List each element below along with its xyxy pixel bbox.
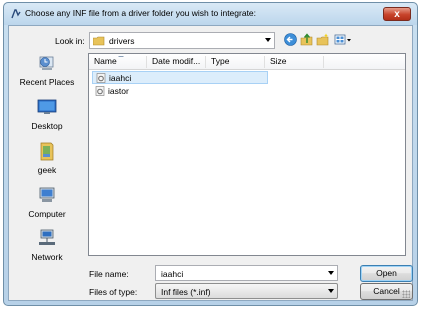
close-icon: x <box>394 8 400 20</box>
window-title: Choose any INF file from a driver folder… <box>25 8 257 18</box>
file-name: iastor <box>108 86 129 96</box>
look-in-dropdown[interactable]: drivers <box>89 32 275 49</box>
file-type-dropdown[interactable]: Inf files (*.inf) <box>155 283 338 299</box>
sort-ascending-icon <box>118 56 124 57</box>
close-button[interactable]: x <box>383 7 411 21</box>
chevron-down-icon[interactable] <box>328 289 334 293</box>
place-computer[interactable]: Computer <box>15 185 79 227</box>
dialog-window: Choose any INF file from a driver folder… <box>3 2 418 306</box>
chevron-down-icon[interactable] <box>328 271 334 275</box>
look-in-value: drivers <box>109 36 135 46</box>
column-size[interactable]: Size <box>265 56 324 68</box>
place-label: geek <box>37 165 57 175</box>
user-folder-icon <box>40 142 54 161</box>
inf-file-icon <box>95 86 105 96</box>
open-button[interactable]: Open <box>360 265 413 282</box>
back-icon[interactable] <box>284 33 297 46</box>
new-folder-icon[interactable] <box>316 33 329 46</box>
file-name: iaahci <box>109 73 132 83</box>
column-type[interactable]: Type <box>206 56 265 68</box>
folder-icon <box>93 36 105 46</box>
file-name-label: File name: <box>89 269 129 279</box>
desktop-icon <box>37 99 57 114</box>
places-bar: Recent Places Desktop geek Computer Netw… <box>15 53 79 295</box>
app-icon <box>11 9 21 19</box>
place-desktop[interactable]: Desktop <box>15 97 79 139</box>
place-label: Network <box>31 252 63 262</box>
file-name-input[interactable]: iaahci <box>155 265 338 281</box>
computer-icon <box>39 187 55 202</box>
resize-grip-icon[interactable] <box>402 290 410 298</box>
dialog-body: Look in: drivers Recent Places Desktop g… <box>8 25 413 301</box>
file-type-label: Files of type: <box>89 287 138 297</box>
place-label: Computer <box>28 209 66 219</box>
file-row-iastor[interactable]: iastor <box>92 85 268 98</box>
place-label: Recent Places <box>19 77 75 87</box>
column-date-modified[interactable]: Date modif... <box>147 56 206 68</box>
look-in-label: Look in: <box>55 36 85 46</box>
place-recent-places[interactable]: Recent Places <box>15 53 79 95</box>
inf-file-icon <box>96 73 106 83</box>
file-row-iaahci[interactable]: iaahci <box>92 71 268 84</box>
title-bar[interactable]: Choose any INF file from a driver folder… <box>4 3 417 25</box>
place-geek[interactable]: geek <box>15 141 79 183</box>
column-name[interactable]: Name <box>89 56 147 68</box>
recent-places-icon <box>39 56 54 70</box>
view-menu-icon[interactable] <box>334 33 352 46</box>
chevron-down-icon[interactable] <box>265 38 271 42</box>
network-icon <box>39 229 55 245</box>
file-list[interactable]: Name Date modif... Type Size iaahci iast… <box>88 53 406 256</box>
place-label: Desktop <box>31 121 63 131</box>
column-header: Name Date modif... Type Size <box>89 54 405 70</box>
file-type-value: Inf files (*.inf) <box>161 287 211 297</box>
place-network[interactable]: Network <box>15 228 79 270</box>
file-name-value[interactable]: iaahci <box>161 269 183 279</box>
up-folder-icon[interactable] <box>300 33 313 46</box>
